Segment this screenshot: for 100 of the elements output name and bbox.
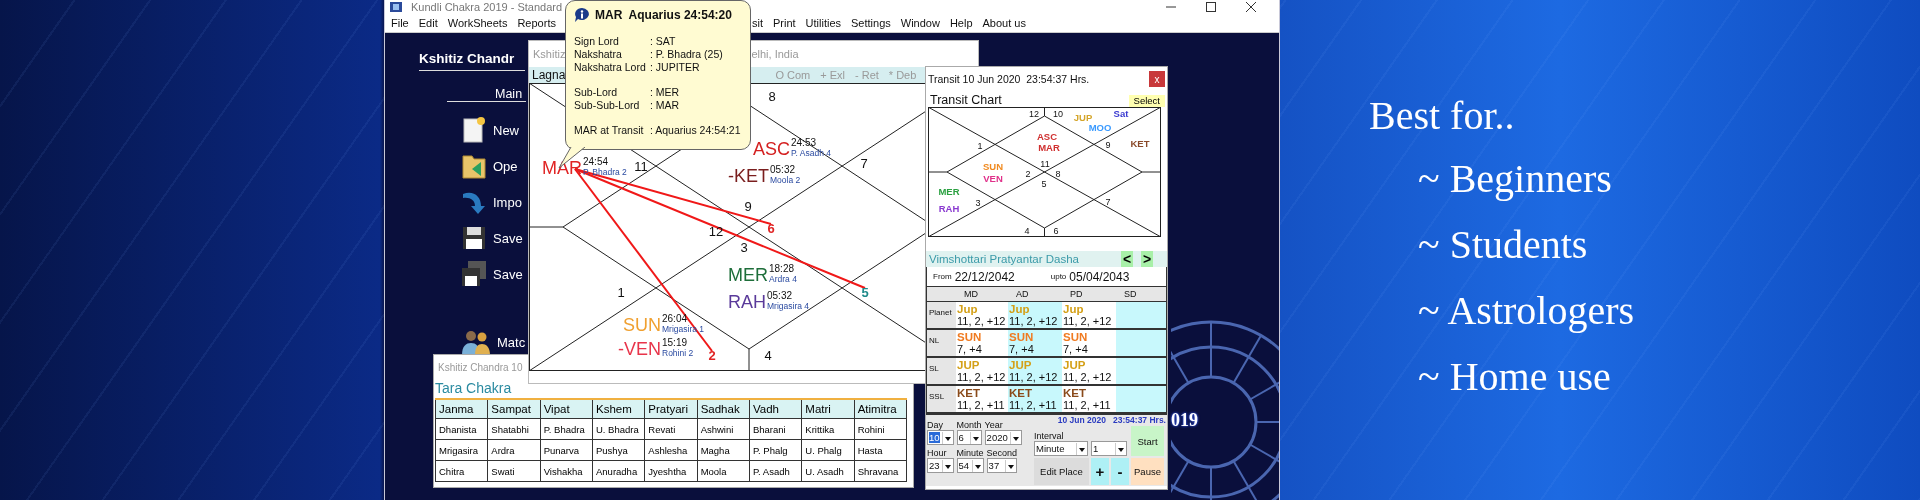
dropdown-field[interactable]: 2020 — [984, 430, 1022, 445]
field-label: Minute — [956, 448, 984, 458]
background-text: 019 — [1171, 410, 1198, 431]
dropdown-field[interactable]: 54 — [956, 458, 984, 473]
planet-label: ASC — [1036, 131, 1058, 142]
menu-item[interactable]: WorkSheets — [447, 17, 508, 29]
promo-list-item: ~ Beginners — [1418, 155, 1613, 203]
panel-heading: Kshitiz Chandr — [419, 50, 516, 68]
sidebar-item[interactable]: Impo — [461, 188, 526, 216]
cell-value: 11, 2, +12 — [1063, 315, 1113, 328]
window-title: Kundli Chakra 2019 - Standard — [411, 1, 563, 13]
plus-button[interactable]: + — [1091, 458, 1109, 485]
minus-button[interactable]: - — [1111, 458, 1129, 485]
menu-item[interactable]: Reports — [517, 17, 556, 29]
field-label: Hour — [927, 448, 948, 458]
column-header: Sampat — [487, 399, 541, 419]
previous-button[interactable]: < — [1121, 251, 1133, 267]
planet-name: SUN — [1009, 331, 1035, 343]
menu-item[interactable]: Settings — [851, 17, 891, 29]
column-header: PD — [1062, 287, 1116, 302]
planet-label: Sat — [1113, 108, 1129, 119]
row-header: SL — [927, 358, 956, 386]
house-number: 9 — [744, 199, 752, 214]
table-cell: U. Bhadra — [592, 418, 645, 440]
planet-name: JUP — [957, 359, 981, 371]
dropdown-field[interactable]: 10 — [927, 430, 954, 445]
dropdown-field[interactable]: 23 — [927, 458, 954, 473]
cell-value: 11, 2, +11 — [1063, 399, 1112, 412]
dropdown-field[interactable]: 1 — [1091, 441, 1127, 456]
table-cell: P. Phalg — [749, 439, 802, 461]
sidebar-item[interactable]: Matc — [461, 328, 526, 356]
house-number: 3 — [975, 198, 981, 208]
table-cell: Shatabhi — [487, 418, 541, 440]
field-label: Sign Lord — [574, 35, 620, 48]
planet-name: JUP — [1009, 359, 1033, 371]
menu-item[interactable]: Utilities — [805, 17, 842, 29]
house-number: 7 — [1105, 197, 1111, 207]
promo-list-item: ~ Students — [1418, 221, 1589, 269]
cell-value: 11, 2, +11 — [957, 399, 1006, 412]
cell-value: 11, 2, +12 — [957, 315, 1007, 328]
field-value: : P. Bhadra (25) — [650, 48, 723, 61]
table-cell: U. Asadh — [801, 460, 855, 482]
planet-label: KET — [1130, 138, 1150, 149]
planet-name: SUN — [1063, 331, 1089, 343]
degree-label: 18:28 — [769, 263, 795, 274]
window-title: Kshitiz Chandra 10 — [438, 361, 523, 375]
planet-name: Jup — [1063, 303, 1085, 315]
planet-label: -KET — [728, 166, 769, 186]
column-header: Vipat — [540, 399, 593, 419]
table-cell: Magha — [697, 439, 750, 461]
close-icon[interactable] — [1245, 2, 1257, 12]
cell-value: 11, 2, +11 — [1009, 399, 1058, 412]
edit-place-button[interactable]: Edit Place — [1034, 458, 1089, 485]
menu-item[interactable]: Print — [772, 17, 796, 29]
sidebar-item[interactable]: New — [461, 116, 526, 144]
dropdown-field[interactable]: 6 — [956, 430, 982, 445]
dropdown-field[interactable]: Minute — [1034, 441, 1088, 456]
dropdown-field[interactable]: 37 — [986, 458, 1018, 473]
field-value: : JUPITER — [650, 61, 700, 74]
nakshatra-label: Moola 2 — [770, 175, 801, 185]
column-header: Kshem — [592, 399, 645, 419]
menu-item[interactable]: Window — [900, 17, 940, 29]
menu-item[interactable]: Help — [949, 17, 973, 29]
field-label: Interval — [1034, 431, 1065, 441]
window-title: Kshitiz — [533, 48, 566, 60]
caret-icon — [1115, 442, 1126, 455]
tooltip-title: MAR Aquarius 24:54:20 — [595, 8, 732, 22]
menu-item[interactable]: sit — [751, 17, 763, 29]
start-button[interactable]: Start — [1131, 426, 1164, 456]
table-cell: Mrigasira — [435, 439, 488, 461]
table-cell: P. Asadh — [749, 460, 802, 482]
planet-label: ASC — [753, 139, 790, 159]
sidebar-item[interactable]: Ope — [461, 152, 526, 180]
house-number: 2 — [708, 348, 716, 363]
next-button[interactable]: > — [1141, 251, 1153, 267]
caret-icon — [1009, 431, 1021, 444]
panel-heading: Tara Chakra — [435, 379, 513, 397]
cell-value: 11, 2, +12 — [1063, 371, 1113, 384]
pause-button[interactable]: Pause — [1131, 458, 1164, 485]
planet-name: Jup — [957, 303, 979, 315]
degree-label: 15:19 — [662, 337, 688, 348]
promo-list-item: ~ Astrologers — [1418, 287, 1635, 335]
table-cell: Swati — [487, 460, 541, 482]
column-header: SD — [1116, 287, 1166, 302]
maximize-icon[interactable] — [1205, 2, 1217, 12]
house-number: 4 — [1024, 226, 1030, 236]
caret-icon — [971, 459, 983, 472]
field-label: Nakshatra Lord — [574, 61, 647, 74]
menu-item[interactable]: About us — [982, 17, 1026, 29]
menu-item[interactable]: Edit — [418, 17, 438, 29]
cell-value: 7, +4 — [957, 343, 983, 356]
planet-label: SUN — [623, 315, 661, 335]
sidebar-item[interactable]: Save — [461, 224, 526, 252]
menu-item[interactable]: File — [391, 17, 409, 29]
house-number: 11 — [634, 159, 648, 174]
select-button[interactable]: Select — [1128, 95, 1165, 107]
sidebar-item[interactable]: Save — [461, 260, 526, 288]
close-button[interactable]: x — [1149, 71, 1165, 87]
degree-label: 24:54 — [583, 156, 609, 167]
planet-label: JUP — [1073, 112, 1093, 123]
